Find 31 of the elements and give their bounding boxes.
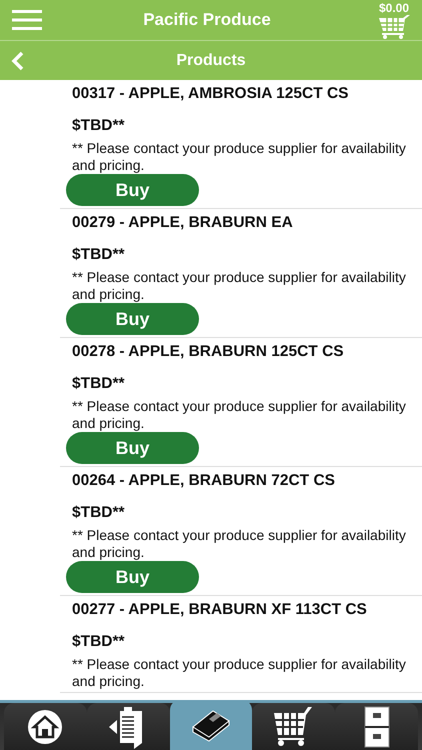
buy-button[interactable]: Buy — [66, 561, 199, 593]
tab[interactable] — [4, 703, 87, 750]
tab[interactable] — [170, 700, 252, 750]
availability-note: ** Please contact your produce supplier for availability and pricing. — [72, 527, 407, 561]
product-title: 00279 - APPLE, BRABURN EA — [72, 213, 294, 233]
availability-note: ** Please contact your produce supplier for availability and pricing. — [72, 269, 407, 303]
cabinet-icon — [364, 706, 390, 748]
availability-note: ** Please contact your produce supplier for availability and pricing. — [72, 656, 407, 690]
product-title: 00264 - APPLE, BRABURN 72CT CS — [72, 471, 336, 491]
product-price: $TBD** — [72, 632, 126, 652]
product-title: 00278 - APPLE, BRABURN 125CT CS — [72, 342, 345, 362]
home-icon — [27, 708, 64, 744]
tab[interactable] — [86, 703, 170, 750]
back-icon — [11, 50, 25, 70]
product-price: $TBD** — [72, 116, 126, 136]
product-title: 00317 - APPLE, AMBROSIA 125CT CS — [72, 84, 350, 104]
app-title: Pacific Produce — [142, 10, 272, 30]
tab[interactable] — [252, 703, 336, 750]
menu-icon — [12, 9, 42, 31]
page-title: Products — [175, 52, 247, 70]
availability-note: ** Please contact your produce supplier for availability and pricing. — [72, 140, 407, 174]
cart-icon — [377, 15, 411, 39]
product-price: $TBD** — [72, 245, 126, 265]
product-title: 00277 - APPLE, BRABURN XF 113CT CS — [72, 600, 368, 620]
buy-button[interactable]: Buy — [66, 432, 199, 464]
product-price: $TBD** — [72, 374, 126, 394]
availability-note: ** Please contact your produce supplier for availability and pricing. — [72, 398, 407, 432]
product-price: $TBD** — [72, 503, 126, 523]
buy-button[interactable]: Buy — [66, 174, 199, 206]
tab[interactable] — [335, 703, 418, 750]
buy-button[interactable]: Buy — [66, 303, 199, 335]
